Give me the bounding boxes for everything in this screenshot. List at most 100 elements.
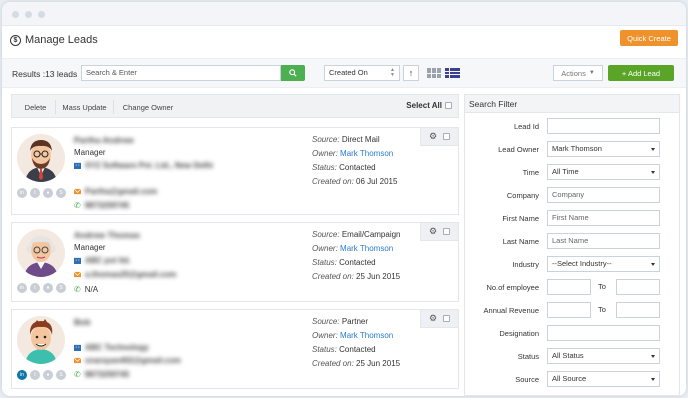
grid-view-icon[interactable] [427,68,441,78]
linkedin-icon[interactable]: in [17,370,27,380]
actions-label: Actions [561,68,586,78]
phone-icon: ✆ [74,285,81,294]
lead-status: Status: Contacted [312,258,376,267]
status-select[interactable]: All Status [547,348,660,364]
add-lead-button[interactable]: + Add Lead [608,65,674,81]
designation-input[interactable] [547,325,660,341]
page-header: $ Manage Leads Quick Create [2,30,686,52]
actions-dropdown[interactable]: Actions ▼ [553,65,603,81]
to-label: To [598,282,606,291]
filter-label: Annual Revenue [483,306,539,315]
filter-label: Status [517,352,539,361]
company-input[interactable]: Company [547,187,660,203]
twitter-icon[interactable]: t [30,188,40,198]
gear-icon[interactable]: ⚙ [429,131,437,142]
lead-owner-link[interactable]: Mark Thomson [340,331,393,340]
lead-checkbox[interactable] [443,133,451,140]
lead-card: in t ● S Andrew Thomas Manager ABC pvt l… [11,222,459,302]
dribbble-icon[interactable]: ● [43,188,53,198]
list-view-icon[interactable] [445,68,460,78]
chevron-down-icon: ▼ [588,70,595,76]
delete-button[interactable]: Delete [16,100,56,114]
lead-email[interactable]: Partha@gmail.com [85,187,157,196]
mass-update-button[interactable]: Mass Update [56,100,114,114]
employees-from-input[interactable] [547,279,591,295]
dribbble-icon[interactable]: ● [43,370,53,380]
sort-direction-button[interactable]: ↑ [403,65,419,81]
sort-select[interactable]: Created On ▲ ▼ [324,65,400,81]
lead-checkbox[interactable] [443,228,451,235]
twitter-icon[interactable]: t [30,283,40,293]
lead-status: Status: Contacted [312,345,376,354]
filter-label: Last Name [502,237,539,246]
select-all[interactable]: Select All [406,101,452,110]
lead-phone-row: ✆ 9873259745 [74,201,129,210]
phone-icon: ✆ [74,370,81,379]
lead-created: Created on: 06 Jul 2015 [312,177,398,186]
filter-time: Time All Time [465,164,681,180]
caret-down-icon [651,148,655,151]
linkedin-icon[interactable]: in [17,188,27,198]
skype-icon[interactable]: S [56,188,66,198]
filter-label: Company [506,191,539,200]
time-select[interactable]: All Time [547,164,660,180]
filter-label: Time [522,168,539,177]
employees-to-input[interactable] [616,279,660,295]
source-select[interactable]: All Source [547,371,660,387]
lead-owner: Owner: Mark Thomson [312,149,394,158]
gear-icon[interactable]: ⚙ [429,226,437,237]
lead-phone: 9873259745 [84,201,130,210]
lead-source: Source: Partner [312,317,369,326]
email-icon [74,357,81,364]
twitter-icon[interactable]: t [30,370,40,380]
lead-id-input[interactable] [547,118,660,134]
linkedin-icon[interactable]: in [17,283,27,293]
skype-icon[interactable]: S [56,283,66,293]
filter-company: Company Company [465,187,681,203]
search-input[interactable]: Search & Enter [81,65,281,81]
lead-company-row: SYZ Software Pvt. Ltd., New Delhi [74,161,213,170]
lead-name[interactable]: Andrew Thomas [74,230,140,240]
app-window: $ Manage Leads Quick Create Results :13 … [2,2,686,396]
filter-employees: No.of employee To [465,279,681,295]
page-title-text: Manage Leads [25,34,98,46]
dribbble-icon[interactable]: ● [43,283,53,293]
change-owner-button[interactable]: Change Owner [116,100,180,114]
quick-create-button[interactable]: Quick Create [620,30,678,46]
lead-owner-link[interactable]: Mark Thomson [340,244,393,253]
bulk-actions-bar: Delete Mass Update Change Owner Select A… [11,94,459,118]
lead-email[interactable]: a.thomas25@gmail.com [85,270,176,279]
revenue-from-input[interactable] [547,302,591,318]
card-tools: ⚙ [420,223,458,241]
lead-checkbox[interactable] [443,315,451,322]
select-all-label: Select All [406,101,442,110]
skype-icon[interactable]: S [56,370,66,380]
arrow-up-icon: ↑ [408,68,414,78]
lead-email-row: Partha@gmail.com [74,187,157,196]
lead-name[interactable]: Bob [74,317,91,327]
lead-owner-link[interactable]: Mark Thomson [340,149,393,158]
lead-name[interactable]: Partha Andrew [74,135,134,145]
lead-company: SYZ Software Pvt. Ltd., New Delhi [85,161,214,170]
first-name-input[interactable]: First Name [547,210,660,226]
industry-select[interactable]: --Select Industry-- [547,256,660,272]
select-all-checkbox[interactable] [445,102,452,109]
sort-select-value: Created On [329,68,368,77]
lead-source: Source: Direct Mail [312,135,380,144]
lead-owner-select[interactable]: Mark Thomson [547,141,660,157]
revenue-to-input[interactable] [616,302,660,318]
lead-email[interactable]: snarayan402@gmail.com [85,356,181,365]
gear-icon[interactable]: ⚙ [429,313,437,324]
lead-status: Status: Contacted [312,163,376,172]
filter-label: Lead Id [513,122,539,131]
avatar [17,134,65,182]
last-name-input[interactable]: Last Name [547,233,660,249]
avatar [17,316,65,364]
search-button[interactable] [281,65,305,81]
caret-down-icon [651,171,655,174]
search-filter-title: Search Filter [465,95,679,113]
filter-label: Source [515,375,539,384]
to-label: To [598,305,606,314]
lead-owner: Owner: Mark Thomson [312,331,394,340]
social-links: in t ● S [17,370,66,380]
